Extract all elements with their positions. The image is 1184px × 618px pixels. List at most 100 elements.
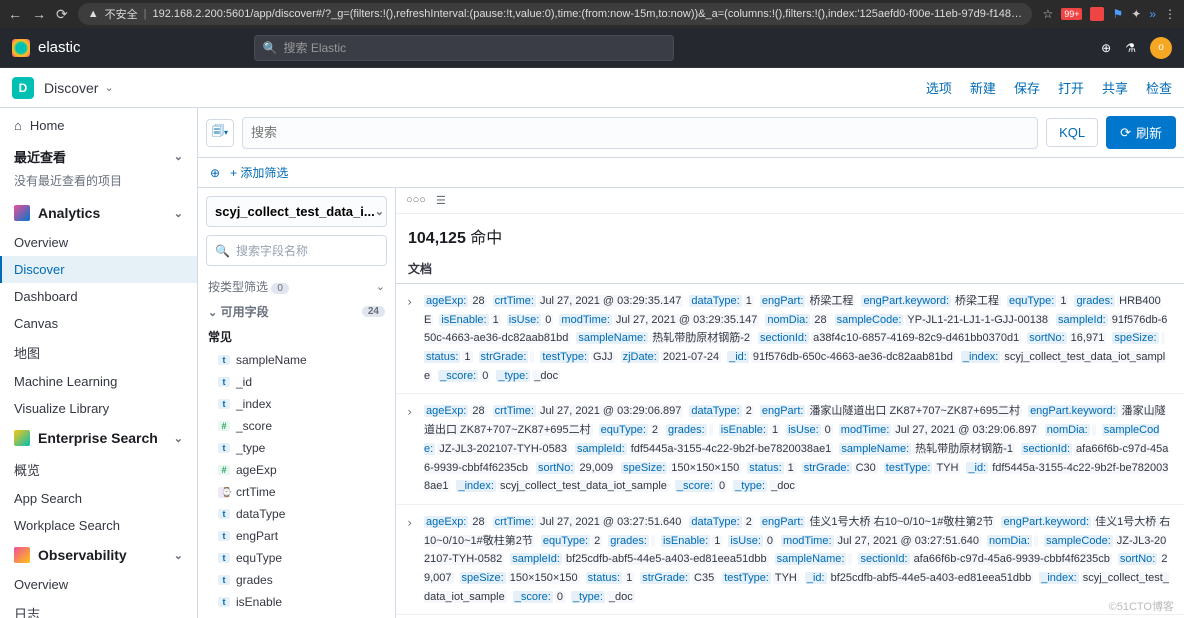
chevron-down-icon: ⌄ — [174, 432, 183, 445]
field-item[interactable]: #_score — [198, 415, 395, 437]
add-filter-link[interactable]: + 添加筛选 — [230, 164, 288, 181]
ext-icon2[interactable]: ⚑ — [1112, 7, 1123, 21]
nav-item[interactable]: Overview — [0, 571, 197, 598]
newsfeed-icon[interactable]: ⊕ — [1101, 41, 1111, 55]
nav-item[interactable]: Overview — [0, 229, 197, 256]
field-type-filter[interactable]: 按类型筛选 0 ⌄ — [198, 274, 395, 299]
field-sidebar: scyj_collect_test_data_i... ⌄ 🔍 搜索字段名称 按… — [198, 188, 396, 618]
puzzle-icon[interactable]: ✦ — [1131, 7, 1141, 21]
ext-badge[interactable]: 99+ — [1061, 8, 1082, 20]
field-type-icon: t — [218, 377, 230, 387]
nav-item[interactable]: Canvas — [0, 310, 197, 337]
elastic-logo-icon[interactable] — [12, 39, 30, 57]
save-query-icon[interactable]: 🗐▾ — [206, 119, 234, 147]
insecure-label: 不安全 — [105, 6, 138, 22]
chevron-down-icon: ⌄ — [174, 207, 183, 220]
url-text: 192.168.2.200:5601/app/discover#/?_g=(fi… — [152, 8, 1022, 20]
available-fields-toggle[interactable]: ⌄ 可用字段 24 — [198, 299, 395, 324]
avatar[interactable]: o — [1150, 37, 1172, 59]
insecure-icon: ▲ — [88, 8, 99, 20]
field-type-icon: t — [218, 399, 230, 409]
app-badge[interactable]: D — [12, 77, 34, 99]
top-link[interactable]: 新建 — [970, 78, 996, 97]
doc-row[interactable]: ageExp:28crtTime:Jul 27, 2021 @ 03:29:06… — [396, 394, 1184, 504]
kql-button[interactable]: KQL — [1046, 118, 1098, 147]
ext-icon[interactable] — [1090, 7, 1104, 21]
query-input[interactable] — [251, 125, 1029, 140]
breadcrumb: Discover ⌄ — [44, 80, 114, 96]
field-item[interactable]: tgrades — [198, 569, 395, 591]
field-search[interactable]: 🔍 搜索字段名称 — [206, 235, 387, 266]
back-icon[interactable]: ← — [8, 6, 22, 23]
refresh-button[interactable]: ⟳刷新 — [1106, 116, 1176, 149]
chevron-down-icon[interactable]: ⌄ — [104, 81, 113, 94]
nav-item[interactable]: Visualize Library — [0, 395, 197, 422]
field-item[interactable]: tequType — [198, 547, 395, 569]
url-bar[interactable]: ▲ 不安全 | 192.168.2.200:5601/app/discover#… — [78, 3, 1033, 25]
doc-toolbar: ○○○ ☰ — [396, 188, 1184, 214]
section-enterprise[interactable]: Enterprise Search ⌄ — [0, 422, 197, 454]
hit-count: 104,125 命中 — [396, 214, 1184, 254]
nav-item[interactable]: 概览 — [0, 454, 197, 485]
content: 🗐▾ KQL ⟳刷新 ⊕ + 添加筛选 scyj_collect_test_da… — [198, 108, 1184, 618]
field-item[interactable]: ⌚crtTime — [198, 481, 395, 503]
field-item[interactable]: tdataType — [198, 503, 395, 525]
section-analytics[interactable]: Analytics ⌄ — [0, 197, 197, 229]
field-item[interactable]: tisUse — [198, 613, 395, 618]
top-link[interactable]: 选项 — [926, 78, 952, 97]
brand: elastic — [38, 39, 81, 56]
nav-item[interactable]: Machine Learning — [0, 368, 197, 395]
nav-item[interactable]: Workplace Search — [0, 512, 197, 539]
field-item[interactable]: tisEnable — [198, 591, 395, 613]
doc-column-header: 文档 — [396, 254, 1184, 284]
chevron-down-icon: ⌄ — [174, 549, 183, 562]
field-item[interactable]: tengPart — [198, 525, 395, 547]
top-link[interactable]: 检查 — [1146, 78, 1172, 97]
global-search[interactable]: 🔍 搜索 Elastic — [254, 35, 674, 61]
field-item[interactable]: t_index — [198, 393, 395, 415]
field-item[interactable]: t_type — [198, 437, 395, 459]
field-type-icon: t — [218, 509, 230, 519]
forward-icon[interactable]: → — [32, 6, 46, 23]
top-link[interactable]: 打开 — [1058, 78, 1084, 97]
nav-home[interactable]: ⌂ Home — [0, 112, 197, 139]
doc-row[interactable]: ageExp:28crtTime:Jul 27, 2021 @ 03:29:35… — [396, 284, 1184, 394]
field-item[interactable]: #ageExp — [198, 459, 395, 481]
top-link[interactable]: 共享 — [1102, 78, 1128, 97]
nav-item[interactable]: 日志 — [0, 598, 197, 618]
field-type-icon: t — [218, 531, 230, 541]
doc-row[interactable]: ageExp:28crtTime:Jul 27, 2021 @ 03:27:51… — [396, 505, 1184, 615]
index-pattern-select[interactable]: scyj_collect_test_data_i... ⌄ — [206, 196, 387, 227]
nav-item[interactable]: 地图 — [0, 337, 197, 368]
browser-chrome: ← → ⟳ ▲ 不安全 | 192.168.2.200:5601/app/dis… — [0, 0, 1184, 28]
field-type-icon: t — [218, 355, 230, 365]
chart-icon[interactable]: ☰ — [436, 194, 446, 207]
devtools-icon[interactable]: » — [1149, 7, 1156, 21]
field-item[interactable]: t_id — [198, 371, 395, 393]
search-icon: 🔍 — [263, 41, 278, 55]
field-type-icon: t — [218, 443, 230, 453]
help-icon[interactable]: ⚗ — [1125, 41, 1136, 55]
reload-icon[interactable]: ⟳ — [56, 6, 68, 23]
nav-item[interactable]: App Search — [0, 485, 197, 512]
refresh-icon: ⟳ — [1120, 125, 1131, 141]
options-icon[interactable]: ○○○ — [406, 194, 426, 207]
nav-item[interactable]: Dashboard — [0, 283, 197, 310]
field-item[interactable]: tsampleName — [198, 349, 395, 371]
field-type-icon: ⌚ — [218, 487, 230, 498]
breadcrumb-item[interactable]: Discover — [44, 80, 98, 96]
filter-icon[interactable]: ⊕ — [210, 166, 220, 180]
recent-section[interactable]: 最近查看 ⌄ — [0, 139, 197, 168]
section-observability[interactable]: Observability ⌄ — [0, 539, 197, 571]
side-nav: ⌂ Home 最近查看 ⌄ 没有最近查看的项目 Analytics ⌄ Over… — [0, 108, 198, 618]
nav-item[interactable]: Discover — [0, 256, 197, 283]
home-icon: ⌂ — [14, 118, 22, 133]
query-input-wrap[interactable] — [242, 117, 1038, 149]
field-type-icon: t — [218, 597, 230, 607]
field-type-icon: t — [218, 575, 230, 585]
menu-icon[interactable]: ⋮ — [1164, 7, 1176, 21]
star-icon[interactable]: ☆ — [1042, 7, 1053, 21]
top-link[interactable]: 保存 — [1014, 78, 1040, 97]
field-type-icon: # — [218, 465, 230, 475]
global-header: elastic 🔍 搜索 Elastic ⊕ ⚗ o — [0, 28, 1184, 68]
